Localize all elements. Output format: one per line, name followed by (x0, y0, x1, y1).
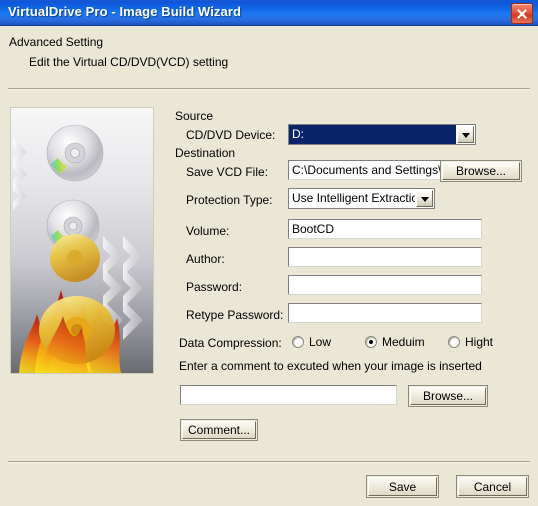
radio-indicator (365, 336, 377, 348)
title-bar: VirtualDrive Pro - Image Build Wizard (0, 0, 538, 26)
radio-label: Hight (465, 335, 494, 349)
comment-path-input[interactable] (180, 385, 397, 405)
cancel-button[interactable]: Cancel (458, 477, 527, 496)
comment-browse-button-frame: Browse... (408, 385, 488, 407)
protection-type-select[interactable]: Use Intelligent Extraction (288, 188, 435, 209)
data-compression-option-medium[interactable]: Meduim (365, 335, 425, 349)
cd-dvd-burning-flames-illustration (11, 108, 153, 373)
author-label: Author: (186, 252, 225, 266)
radio-label: Low (309, 335, 332, 349)
chevron-down-icon (420, 197, 429, 202)
save-button-frame: Save (366, 475, 439, 498)
password-input[interactable] (288, 275, 482, 295)
retype-password-label: Retype Password: (186, 308, 284, 322)
cd-dvd-device-dropdown-button[interactable] (457, 126, 474, 143)
save-vcd-file-label: Save VCD File: (186, 165, 269, 179)
page-title: Advanced Setting (9, 35, 104, 49)
destination-group-label: Destination (175, 146, 236, 160)
close-button[interactable] (511, 3, 533, 24)
volume-label: Volume: (186, 224, 230, 238)
save-vcd-file-browse-button[interactable]: Browse... (442, 162, 520, 180)
save-vcd-file-browse-button-frame: Browse... (440, 160, 522, 182)
source-group-label: Source (175, 109, 214, 123)
radio-indicator (292, 336, 304, 348)
chevron-down-icon (461, 133, 470, 138)
cancel-button-label: Cancel (473, 479, 512, 494)
comment-button-label: Comment... (187, 423, 250, 437)
protection-type-label: Protection Type: (186, 193, 273, 207)
protection-type-dropdown-button[interactable] (416, 190, 433, 207)
save-button[interactable]: Save (368, 477, 437, 496)
radio-indicator (448, 336, 460, 348)
wizard-artwork-panel (10, 107, 154, 374)
comment-button-frame: Comment... (180, 419, 258, 441)
comment-hint-text: Enter a comment to excuted when your ima… (179, 359, 482, 373)
protection-type-value: Use Intelligent Extraction (292, 191, 415, 205)
cd-dvd-device-value: D: (289, 125, 456, 144)
comment-button[interactable]: Comment... (182, 421, 256, 439)
window-title: VirtualDrive Pro - Image Build Wizard (8, 4, 242, 19)
radio-label: Meduim (382, 335, 425, 349)
footer-divider (8, 461, 530, 463)
data-compression-option-low[interactable]: Low (292, 335, 331, 349)
comment-browse-button[interactable]: Browse... (410, 387, 486, 405)
author-input[interactable] (288, 247, 482, 267)
browse-label: Browse... (422, 389, 473, 403)
cancel-button-frame: Cancel (456, 475, 529, 498)
volume-input[interactable] (288, 219, 482, 239)
image-build-wizard-dialog: VirtualDrive Pro - Image Build Wizard Ad… (0, 0, 538, 506)
header-divider (8, 88, 530, 90)
retype-password-input[interactable] (288, 303, 482, 323)
browse-label: Browse... (455, 164, 506, 178)
password-label: Password: (186, 280, 243, 294)
save-button-label: Save (388, 479, 417, 494)
page-subtitle: Edit the Virtual CD/DVD(VCD) setting (29, 55, 229, 69)
data-compression-label: Data Compression: (179, 336, 282, 350)
cd-dvd-device-label: CD/DVD Device: (186, 128, 276, 142)
cd-dvd-device-select[interactable]: D: (288, 124, 476, 145)
close-icon (517, 9, 527, 19)
data-compression-option-high[interactable]: Hight (448, 335, 493, 349)
